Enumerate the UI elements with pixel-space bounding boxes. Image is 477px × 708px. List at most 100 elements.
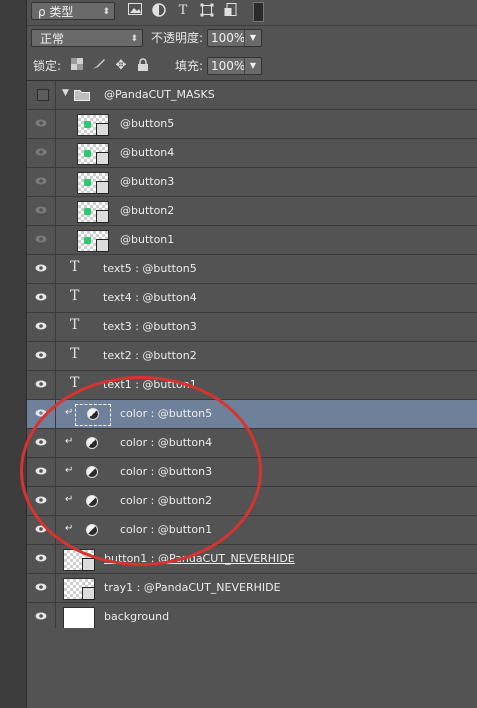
layer-row[interactable]: @button3: [27, 168, 477, 197]
chevron-down-icon[interactable]: ▼: [244, 58, 261, 74]
layer-row-selected[interactable]: ↵ color : @button5: [27, 400, 477, 429]
layer-row[interactable]: T text1 : @button1: [27, 371, 477, 400]
clipping-arrow-icon: ↵: [65, 407, 74, 418]
eye-icon: [35, 612, 47, 620]
adjustment-layer-icon: [86, 466, 98, 478]
eye-icon: [35, 409, 47, 417]
layer-row[interactable]: @button1: [27, 226, 477, 255]
blend-opacity-bar: 正常 ⬍ 不透明度: 100% ▼: [27, 26, 477, 51]
layer-row[interactable]: ↵ color : @button4: [27, 429, 477, 458]
visibility-toggle[interactable]: [27, 313, 56, 341]
blend-mode-select[interactable]: 正常 ⬍: [31, 29, 143, 47]
layer-row[interactable]: @button5: [27, 110, 477, 139]
chevron-updown-icon: ⬍: [130, 34, 138, 44]
layer-name: button1 : @PandaCUT_NEVERHIDE: [104, 552, 295, 565]
visibility-toggle[interactable]: [27, 429, 56, 457]
fill-label: 填充:: [175, 59, 204, 73]
chevron-down-icon[interactable]: ▼: [244, 30, 261, 46]
layer-row[interactable]: T text3 : @button3: [27, 313, 477, 342]
filter-toggle-switch[interactable]: [253, 2, 264, 22]
visibility-toggle[interactable]: [27, 458, 56, 486]
visibility-toggle[interactable]: [27, 226, 56, 254]
layer-row[interactable]: ↵ color : @button1: [27, 516, 477, 545]
shape-icon: [96, 181, 109, 194]
lock-paint-icon[interactable]: [91, 58, 107, 74]
shape-icon: [96, 123, 109, 136]
layer-name: color : @button5: [120, 407, 213, 420]
text-layer-icon: T: [70, 375, 80, 391]
eye-icon: [35, 380, 47, 388]
visibility-toggle[interactable]: [27, 603, 56, 631]
image-filter-icon[interactable]: [127, 3, 143, 19]
layer-filter-bar: ρ 类型 ⬍ T: [27, 0, 477, 26]
layer-name: text2 : @button2: [103, 349, 197, 362]
eye-icon: [35, 177, 47, 185]
clipping-arrow-icon: ↵: [65, 523, 74, 534]
lock-all-icon[interactable]: [135, 58, 151, 74]
layer-row[interactable]: @button4: [27, 139, 477, 168]
filter-kind-select[interactable]: ρ 类型 ⬍: [31, 2, 115, 20]
visibility-toggle[interactable]: [27, 110, 56, 138]
lock-label: 锁定:: [33, 59, 62, 73]
layer-thumbnail: [63, 549, 95, 571]
eye-icon: [35, 293, 47, 301]
lock-fill-bar: 锁定: ✥ 填充: 100% ▼: [27, 52, 477, 81]
layer-row[interactable]: ↵ color : @button2: [27, 487, 477, 516]
visibility-toggle[interactable]: [27, 400, 56, 428]
layer-row[interactable]: button1 : @PandaCUT_NEVERHIDE: [27, 545, 477, 574]
eye-icon: [35, 554, 47, 562]
text-layer-icon: T: [70, 346, 80, 362]
layer-row[interactable]: T text2 : @button2: [27, 342, 477, 371]
layer-name: @button5: [120, 117, 175, 130]
layer-name: color : @button3: [120, 465, 213, 478]
text-layer-icon: T: [70, 288, 80, 304]
filter-kind-label: ρ 类型: [38, 5, 74, 19]
text-layer-icon: T: [70, 317, 80, 333]
layer-row-group[interactable]: ▼ @PandaCUT_MASKS: [27, 81, 477, 110]
shape-filter-icon[interactable]: [199, 3, 215, 19]
layer-thumbnail: [63, 578, 95, 600]
visibility-toggle[interactable]: [27, 487, 56, 515]
background-thumbnail: [63, 607, 95, 629]
layer-row[interactable]: T text4 : @button4: [27, 284, 477, 313]
smartobject-filter-icon[interactable]: [223, 3, 239, 19]
visibility-toggle[interactable]: [27, 574, 56, 602]
opacity-value: 100%: [211, 31, 246, 45]
opacity-input[interactable]: 100% ▼: [207, 29, 262, 47]
visibility-toggle[interactable]: [27, 342, 56, 370]
layer-row[interactable]: ↵ color : @button3: [27, 458, 477, 487]
text-layer-icon: T: [70, 259, 80, 275]
visibility-toggle[interactable]: [27, 168, 56, 196]
visibility-toggle[interactable]: [27, 284, 56, 312]
layer-thumbnail: [77, 143, 109, 165]
adjustment-layer-icon: [86, 437, 98, 449]
layer-thumbnail: [77, 114, 109, 136]
eye-icon: [35, 119, 47, 127]
fill-value: 100%: [211, 59, 246, 73]
visibility-toggle[interactable]: [27, 545, 56, 573]
fill-input[interactable]: 100% ▼: [207, 57, 262, 75]
layer-name: @button1: [120, 233, 175, 246]
eye-icon: [35, 322, 47, 330]
layer-name: color : @button1: [120, 523, 213, 536]
disclosure-triangle-icon[interactable]: ▼: [62, 88, 69, 98]
blend-mode-value: 正常: [40, 32, 65, 46]
adjustment-layer-icon: [86, 495, 98, 507]
adjustment-layer-icon: [87, 408, 99, 420]
visibility-toggle[interactable]: [27, 371, 56, 399]
visibility-toggle[interactable]: [27, 516, 56, 544]
type-filter-icon[interactable]: T: [175, 3, 191, 19]
lock-transparency-icon[interactable]: [69, 58, 85, 74]
adjustment-filter-icon[interactable]: [151, 3, 167, 19]
layer-row[interactable]: tray1 : @PandaCUT_NEVERHIDE: [27, 574, 477, 603]
layer-name: @button2: [120, 204, 175, 217]
visibility-toggle[interactable]: [27, 197, 56, 225]
layer-row[interactable]: @button2: [27, 197, 477, 226]
visibility-toggle[interactable]: [27, 255, 56, 283]
layer-row[interactable]: T text5 : @button5: [27, 255, 477, 284]
lock-move-icon[interactable]: ✥: [113, 58, 129, 74]
visibility-toggle[interactable]: [27, 81, 56, 109]
opacity-label: 不透明度:: [151, 31, 204, 45]
clipping-arrow-icon: ↵: [65, 465, 74, 476]
visibility-toggle[interactable]: [27, 139, 56, 167]
